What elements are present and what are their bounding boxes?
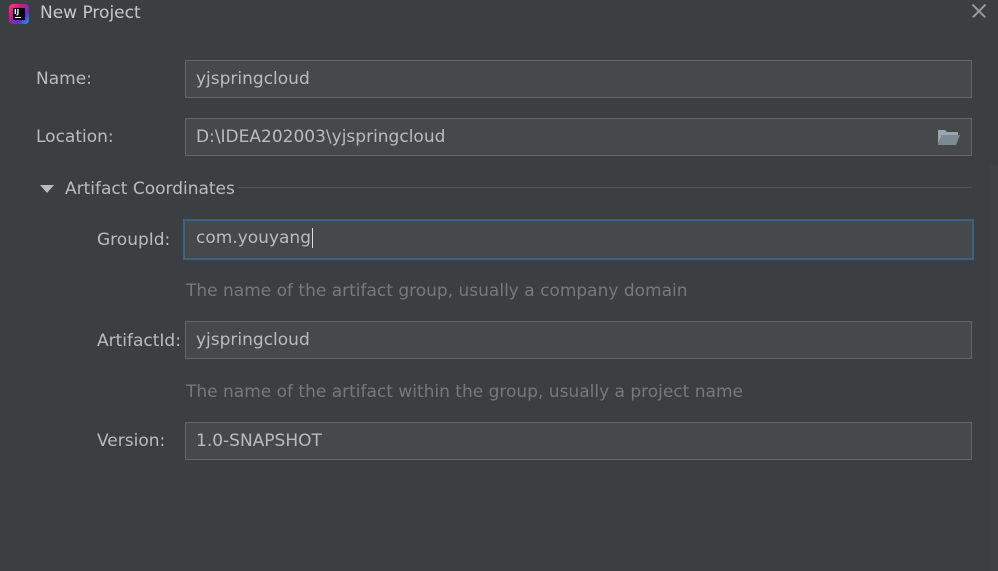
section-title: Artifact Coordinates bbox=[65, 179, 235, 199]
scrollbar[interactable] bbox=[990, 165, 998, 571]
groupid-hint: The name of the artifact group, usually … bbox=[186, 281, 688, 301]
text-caret bbox=[312, 228, 313, 248]
location-value: D:\IDEA202003\yjspringcloud bbox=[196, 127, 446, 147]
intellij-idea-icon: IJ bbox=[9, 4, 29, 24]
groupid-value: com.youyang bbox=[196, 228, 311, 248]
name-label: Name: bbox=[36, 69, 92, 89]
title-bar: IJ New Project bbox=[0, 0, 998, 30]
section-divider bbox=[238, 187, 972, 188]
triangle-down-icon bbox=[40, 185, 54, 193]
artifactid-input[interactable]: yjspringcloud bbox=[185, 321, 972, 359]
location-label: Location: bbox=[36, 127, 114, 147]
artifactid-hint: The name of the artifact within the grou… bbox=[186, 382, 743, 402]
name-input[interactable]: yjspringcloud bbox=[185, 60, 972, 98]
location-input[interactable]: D:\IDEA202003\yjspringcloud bbox=[185, 118, 972, 156]
folder-open-icon[interactable] bbox=[937, 127, 961, 147]
artifactid-label: ArtifactId: bbox=[97, 331, 181, 351]
groupid-input[interactable]: com.youyang bbox=[183, 219, 974, 260]
groupid-label: GroupId: bbox=[97, 230, 171, 250]
version-label: Version: bbox=[97, 431, 166, 451]
window-title: New Project bbox=[40, 3, 141, 23]
close-icon[interactable] bbox=[970, 2, 988, 20]
version-input[interactable]: 1.0-SNAPSHOT bbox=[185, 422, 972, 460]
